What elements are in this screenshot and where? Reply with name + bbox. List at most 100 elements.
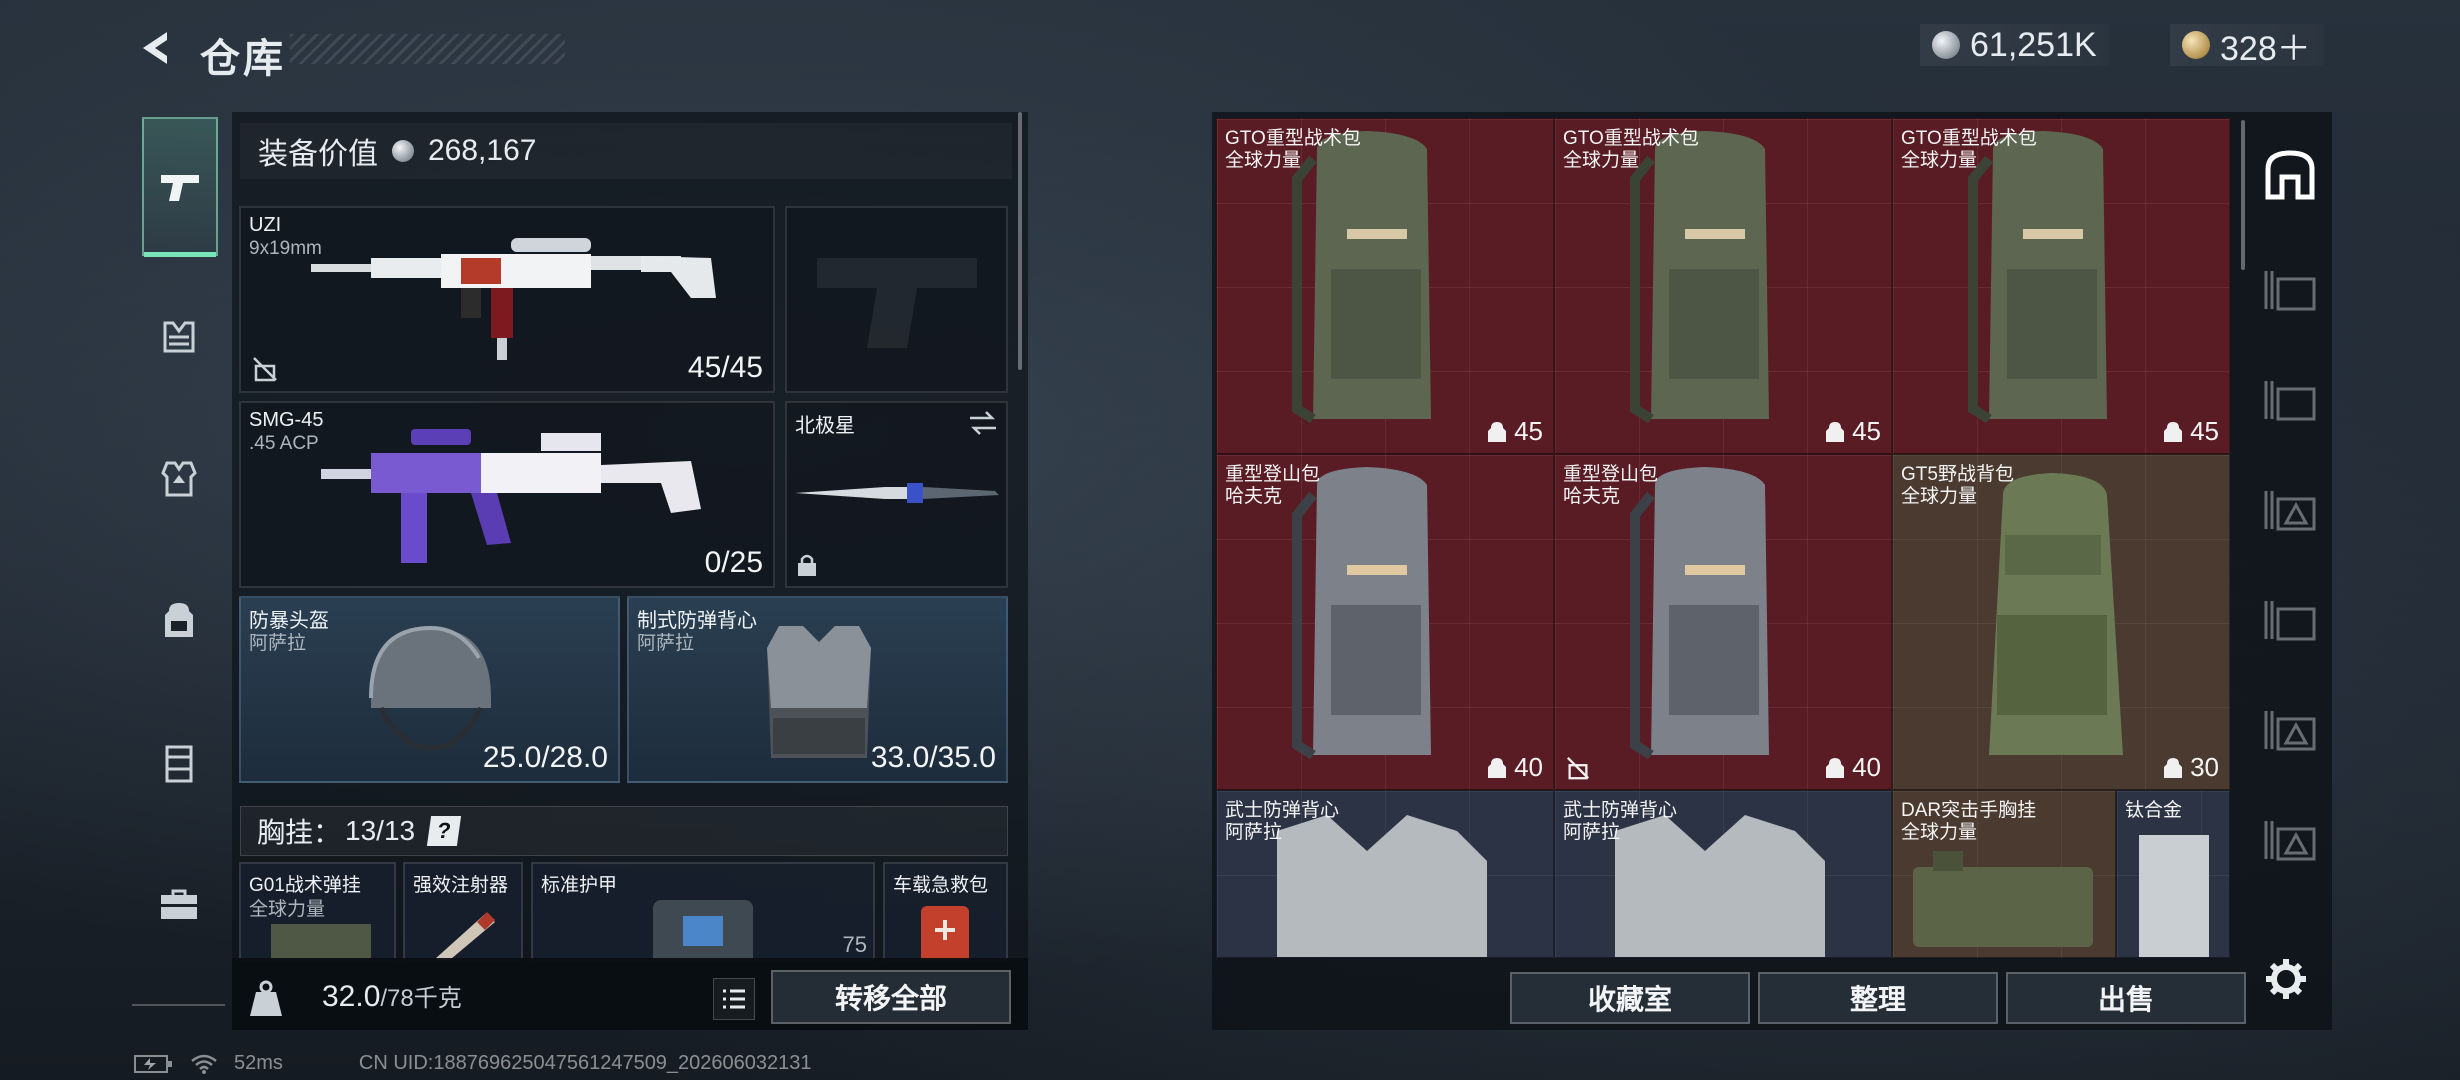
storage-warning-icon xyxy=(2264,491,2316,531)
item-capacity: 45 xyxy=(1486,416,1543,447)
item-capacity: 45 xyxy=(2162,416,2219,447)
silver-currency[interactable]: 61,251K xyxy=(1920,24,2109,66)
list-view-button[interactable] xyxy=(713,978,755,1020)
item-brand: 全球力量 xyxy=(1225,150,1302,171)
storage-tab-all[interactable] xyxy=(2262,146,2318,202)
collection-button[interactable]: 收藏室 xyxy=(1510,972,1750,1024)
sort-button[interactable]: 整理 xyxy=(1758,972,1998,1024)
backpack-icon xyxy=(165,603,193,637)
storage-tab-5[interactable] xyxy=(2262,592,2318,648)
item-capacity: 40 xyxy=(1486,752,1543,783)
gold-amount: 328＋ xyxy=(2220,29,2311,68)
weight-icon xyxy=(250,980,282,1016)
vest-image xyxy=(767,626,871,758)
pistol-slot[interactable] xyxy=(785,206,1008,393)
weapon-caliber: .45 ACP xyxy=(249,433,319,454)
equipment-value: 268,167 xyxy=(428,134,537,167)
capacity-value: 40 xyxy=(1514,752,1543,782)
help-button[interactable]: ? xyxy=(426,816,462,846)
melee-name: 北极星 xyxy=(795,415,855,437)
chest-rig-header: 胸挂： 13/13 ? xyxy=(240,806,1008,856)
item-brand: 哈夫克 xyxy=(1563,486,1621,507)
chest-rig-image xyxy=(271,924,371,960)
storage-warning-icon xyxy=(2264,711,2316,751)
gear-icon xyxy=(2266,959,2306,999)
wifi-icon xyxy=(191,1054,217,1074)
capacity-value: 45 xyxy=(1514,416,1543,446)
storage-item[interactable]: 重型登山包 哈夫克 40 xyxy=(1216,454,1554,790)
rig-item-slot[interactable]: 车载急救包 xyxy=(883,862,1008,962)
settings-button[interactable] xyxy=(2262,955,2310,1003)
backpack-capacity-icon xyxy=(2164,757,2183,778)
storage-scrollbar[interactable] xyxy=(2241,120,2245,270)
storage-item[interactable]: 武士防弹背心 阿萨拉 xyxy=(1216,790,1554,958)
storage-tab-2[interactable] xyxy=(2262,262,2318,318)
chest-rig-count: 13/13 xyxy=(345,815,416,846)
storage-tab-4[interactable] xyxy=(2262,482,2318,538)
ammo-count: 0/25 xyxy=(704,546,763,579)
chest-rig-icon xyxy=(163,321,195,353)
storage-tab-3[interactable] xyxy=(2262,372,2318,428)
storage-slot-icon xyxy=(2264,271,2316,311)
helmet-brand: 阿萨拉 xyxy=(249,633,307,654)
weight-readout: 32.0/78千克 xyxy=(322,978,462,1014)
rig-item-name: 标准护甲 xyxy=(541,875,618,896)
nav-toolbox[interactable] xyxy=(144,870,214,940)
storage-tab-7[interactable] xyxy=(2262,812,2318,868)
lock-icon xyxy=(798,554,816,576)
storage-item[interactable]: GT5野战背包 全球力量 30 xyxy=(1892,454,2230,790)
back-button[interactable] xyxy=(130,22,180,74)
transfer-all-button[interactable]: 转移全部 xyxy=(771,970,1011,1024)
weapon-name: SMG-45 xyxy=(249,409,324,431)
storage-tab-rail xyxy=(2248,112,2332,942)
item-brand: 阿萨拉 xyxy=(1563,822,1621,843)
storage-item[interactable]: GTO重型战术包 全球力量 45 xyxy=(1216,118,1554,454)
armor-plate-bag-image xyxy=(653,900,753,960)
unlock-disabled-icon xyxy=(1566,756,1590,780)
storage-item[interactable]: 武士防弹背心 阿萨拉 xyxy=(1554,790,1892,958)
silver-amount: 61,251K xyxy=(1970,25,2097,64)
toolbox-icon xyxy=(161,889,197,919)
rig-item-slot[interactable]: G01战术弹挂 全球力量 xyxy=(239,862,396,962)
storage-item[interactable]: GTO重型战术包 全球力量 45 xyxy=(1892,118,2230,454)
sell-button[interactable]: 出售 xyxy=(2006,972,2246,1024)
rig-item-name: 车载急救包 xyxy=(893,875,989,896)
loadout-scrollbar[interactable] xyxy=(1018,112,1022,370)
ammo-count: 45/45 xyxy=(687,351,763,384)
rig-item-slot[interactable]: 标准护甲 75 xyxy=(531,862,875,962)
item-brand: 全球力量 xyxy=(1563,150,1640,171)
item-brand: 哈夫克 xyxy=(1225,486,1283,507)
storage-tab-6[interactable] xyxy=(2262,702,2318,758)
gold-currency[interactable]: 328＋ xyxy=(2170,24,2323,68)
equipment-value-bar: 装备价值 268,167 xyxy=(240,123,1012,179)
helmet-slot[interactable]: 防暴头盔 阿萨拉 25.0/28.0 xyxy=(239,596,620,783)
secondary-weapon-slot[interactable]: SMG-45 .45 ACP 0/25 xyxy=(239,401,775,588)
primary-weapon-slot[interactable]: UZI 9x19mm 45/45 xyxy=(239,206,775,393)
item-capacity: 40 xyxy=(1824,752,1881,783)
backpack-capacity-icon xyxy=(1826,421,1845,442)
nav-weapons[interactable] xyxy=(142,117,218,257)
item-brand: 全球力量 xyxy=(1901,486,1978,507)
storage-item[interactable]: 重型登山包 哈夫克 40 xyxy=(1554,454,1892,790)
item-brand: 阿萨拉 xyxy=(1225,822,1283,843)
nav-chest-rig[interactable] xyxy=(144,302,214,372)
swap-icon[interactable] xyxy=(968,409,998,437)
capacity-value: 45 xyxy=(1852,416,1881,446)
knife-image xyxy=(795,483,999,503)
capacity-value: 40 xyxy=(1852,752,1881,782)
item-brand: 全球力量 xyxy=(1901,822,1978,843)
status-bar: 52ms CN UID:188769625047561247509_202606… xyxy=(134,1052,812,1075)
nav-case[interactable] xyxy=(144,728,214,798)
armor-slot[interactable]: 制式防弹背心 阿萨拉 33.0/35.0 xyxy=(627,596,1008,783)
rail-divider xyxy=(132,1004,225,1006)
storage-item[interactable]: 钛合金 xyxy=(2116,790,2230,958)
storage-item[interactable]: DAR突击手胸挂 全球力量 xyxy=(1892,790,2116,958)
melee-slot[interactable]: 北极星 xyxy=(785,401,1008,588)
nav-armor[interactable] xyxy=(144,444,214,514)
item-capacity: 45 xyxy=(1824,416,1881,447)
rig-item-slot[interactable]: 强效注射器 xyxy=(403,862,523,962)
gold-coin-icon xyxy=(2182,31,2210,59)
storage-item[interactable]: GTO重型战术包 全球力量 45 xyxy=(1554,118,1892,454)
backpack-capacity-icon xyxy=(1488,757,1507,778)
nav-backpack[interactable] xyxy=(144,586,214,656)
